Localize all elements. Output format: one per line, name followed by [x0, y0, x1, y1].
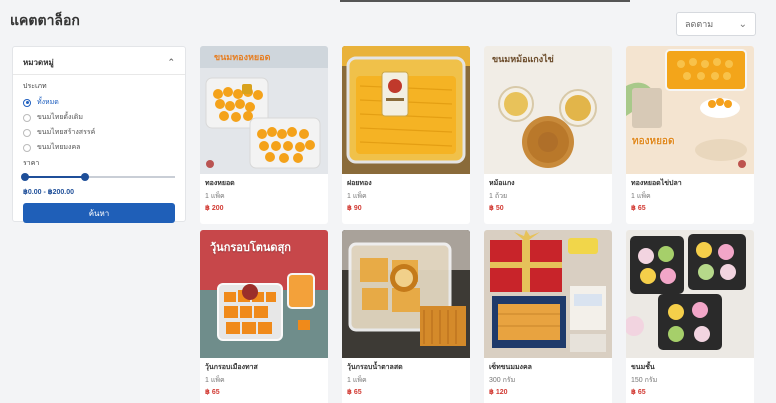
product-card[interactable]: ทองหยอด ทองหยอดไข่ปลา 1 แพ็ค ฿ 65 — [626, 46, 754, 224]
image-caption: วุ้นกรอบโตนดสุก — [210, 242, 291, 254]
radio-selected-icon[interactable] — [23, 98, 31, 107]
product-price: ฿ 65 — [631, 205, 646, 212]
radio-icon[interactable] — [23, 143, 31, 152]
sort-select[interactable]: ลดตาม ⌄ — [676, 12, 756, 36]
product-price: ฿ 65 — [205, 389, 220, 396]
product-card[interactable]: ขนมหม้อแกงไข่ หม้อแกง 1 ถ้วย ฿ 50 — [484, 46, 612, 224]
product-card[interactable]: ฝอยทอง 1 แพ็ค ฿ 90 — [342, 46, 470, 224]
slider-max-handle[interactable] — [81, 173, 89, 181]
image-caption: ทองหยอด — [632, 136, 675, 147]
product-image[interactable] — [342, 46, 470, 174]
product-price: ฿ 120 — [489, 389, 508, 396]
radio-option-creative[interactable]: ขนมไทยสร้างสรรค์ — [23, 125, 175, 140]
brand-logo-icon — [738, 160, 746, 168]
radio-option-label: ขนมไทยดั้งเดิม — [37, 114, 83, 121]
product-image[interactable] — [626, 230, 754, 358]
product-image[interactable]: ทองหยอด — [626, 46, 754, 174]
product-image[interactable]: ขนมทองหยอด — [200, 46, 328, 174]
product-image[interactable]: วุ้นกรอบโตนดสุก — [200, 230, 328, 358]
product-unit: 1 แพ็ค — [347, 377, 367, 384]
product-unit: 1 ถ้วย — [489, 193, 508, 200]
product-card[interactable]: ขนมทองหยอด ทองหยอด 1 แพ็ค ฿ 200 — [200, 46, 328, 224]
product-unit: 1 แพ็ค — [631, 193, 651, 200]
radio-option-traditional[interactable]: ขนมไทยดั้งเดิม — [23, 110, 175, 125]
filter-panel: หมวดหมู่ ⌃ ประเภท ทั้งหมด ขนมไทยดั้งเดิม… — [12, 46, 186, 223]
image-caption: ขนมทองหยอด — [214, 52, 271, 62]
slider-fill — [23, 176, 85, 178]
brand-logo-icon — [206, 160, 214, 168]
radio-option-label: ขนมไทยมงคล — [37, 144, 81, 151]
product-unit: 1 แพ็ค — [347, 193, 367, 200]
product-name[interactable]: ทองหยอดไข่ปลา — [631, 178, 682, 189]
product-price: ฿ 200 — [205, 205, 224, 212]
product-price: ฿ 65 — [631, 389, 646, 396]
product-image[interactable] — [484, 230, 612, 358]
product-name[interactable]: หม้อแกง — [489, 178, 515, 189]
product-card[interactable]: วุ้นกรอบน้ำตาลสด 1 แพ็ค ฿ 65 — [342, 230, 470, 403]
product-card[interactable]: วุ้นกรอบโตนดสุก วุ้นกรอบเมืองทาส 1 แพ็ค … — [200, 230, 328, 403]
top-divider — [340, 0, 630, 2]
price-range-text: ฿0.00 - ฿200.00 — [23, 189, 74, 196]
product-unit: 300 กรัม — [489, 377, 516, 384]
page-title: แคตตาล็อก — [10, 12, 80, 28]
product-unit: 1 แพ็ค — [205, 193, 225, 200]
product-name[interactable]: วุ้นกรอบเมืองทาส — [205, 362, 258, 373]
radio-option-label: ขนมไทยสร้างสรรค์ — [37, 129, 96, 136]
product-unit: 1 แพ็ค — [205, 377, 225, 384]
search-button[interactable]: ค้นหา — [23, 203, 175, 223]
product-name[interactable]: เซ็ทขนมมงคล — [489, 362, 532, 373]
product-image[interactable] — [342, 230, 470, 358]
product-image[interactable]: ขนมหม้อแกงไข่ — [484, 46, 612, 174]
product-price: ฿ 90 — [347, 205, 362, 212]
category-label: ประเภท — [23, 83, 47, 90]
radio-icon[interactable] — [23, 128, 31, 137]
radio-option-all[interactable]: ทั้งหมด — [23, 95, 175, 110]
product-price: ฿ 50 — [489, 205, 504, 212]
product-name[interactable]: ฝอยทอง — [347, 178, 372, 189]
chevron-down-icon: ⌄ — [738, 18, 747, 30]
price-slider[interactable] — [21, 172, 175, 182]
chevron-up-icon[interactable]: ⌃ — [167, 57, 175, 68]
slider-min-handle[interactable] — [21, 173, 29, 181]
product-name[interactable]: ขนมชั้น — [631, 362, 655, 373]
product-card[interactable]: ขนมชั้น 150 กรัม ฿ 65 — [626, 230, 754, 403]
product-unit: 150 กรัม — [631, 377, 658, 384]
product-name[interactable]: วุ้นกรอบน้ำตาลสด — [347, 362, 403, 373]
product-name[interactable]: ทองหยอด — [205, 178, 235, 189]
filter-header[interactable]: หมวดหมู่ ⌃ — [23, 55, 175, 69]
image-caption: ขนมหม้อแกงไข่ — [492, 54, 554, 64]
filter-divider — [13, 74, 185, 75]
radio-option-auspicious[interactable]: ขนมไทยมงคล — [23, 140, 175, 155]
filter-heading: หมวดหมู่ — [23, 57, 54, 67]
price-label: ราคา — [23, 160, 40, 167]
radio-icon[interactable] — [23, 113, 31, 122]
radio-option-label: ทั้งหมด — [37, 99, 59, 106]
product-card[interactable]: เซ็ทขนมมงคล 300 กรัม ฿ 120 — [484, 230, 612, 403]
sort-select-label: ลดตาม — [685, 19, 714, 29]
product-price: ฿ 65 — [347, 389, 362, 396]
